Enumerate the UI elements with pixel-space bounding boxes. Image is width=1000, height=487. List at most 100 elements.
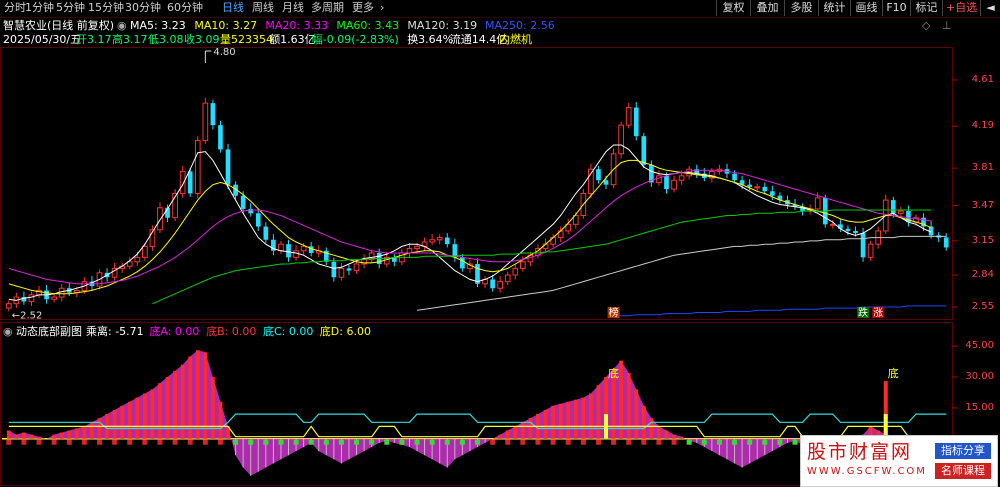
candle-body-up (867, 243, 874, 258)
indicator-dot (338, 439, 344, 445)
high-label: 4.80 (213, 47, 235, 58)
price-tick-label-2: 3.15 (971, 234, 994, 246)
indicator-dot (747, 439, 753, 445)
candle-body-down (286, 244, 291, 258)
indicator-dot (414, 439, 420, 445)
candle-body-up (814, 197, 821, 210)
candle-body-down (890, 200, 896, 214)
indicator-dot (611, 439, 617, 445)
bottom-marker: 底 (888, 366, 899, 380)
candle-body-up (58, 287, 65, 298)
indicator-tick-label-1: 30.00 (965, 371, 994, 383)
indicator-dot (112, 439, 118, 445)
candle-body-down (346, 268, 352, 271)
candle-body-down (225, 149, 231, 185)
indicator-dot (233, 439, 239, 445)
indicator-dot (520, 439, 526, 445)
sub-indicator-icon[interactable]: ◉ (3, 325, 13, 338)
indicator-dot (202, 439, 208, 445)
candle-body-up (134, 256, 141, 263)
price-tick-label-4: 3.81 (971, 162, 994, 174)
indicator-dot (671, 439, 677, 445)
candle-body-up (278, 243, 284, 252)
indicator-dot (142, 439, 148, 445)
indicator-tick-label-2: 45.00 (965, 340, 994, 352)
signal-marker: 榜 (609, 306, 619, 319)
indicator-dot (6, 439, 12, 445)
indicator-dot (762, 439, 768, 445)
candle-body-up (194, 140, 201, 194)
indicator-dot (369, 439, 375, 445)
candle-body-down (460, 257, 465, 269)
indicator-dot (444, 439, 450, 445)
bottom-marker: 底 (608, 366, 619, 380)
indicator-dot (66, 439, 72, 445)
indicator-dot (172, 439, 178, 445)
candle-body-down (444, 237, 450, 245)
candle-body-down (490, 279, 495, 289)
candle-body-up (671, 179, 677, 190)
ma-line-ma250 (613, 305, 947, 317)
watermark-logo: 股市财富网 WWW.GSCFW.COM 指标分享 名师课程 (800, 435, 998, 487)
candle-body-down (240, 195, 246, 209)
indicator-dot (641, 439, 647, 445)
candle-body-down (596, 169, 601, 181)
signal-marker: 跌 (858, 306, 868, 319)
candle-body-up (157, 207, 163, 231)
indicator-dot (777, 439, 783, 445)
low-label: ←2.52 (12, 310, 43, 321)
indicator-dot (21, 439, 27, 445)
candle-body-up (293, 250, 299, 258)
candle-body-up (618, 124, 624, 155)
indicator-dot (732, 439, 738, 445)
indicator-dot (217, 439, 223, 445)
candle-body-up (414, 245, 420, 250)
candle-body-up (520, 261, 526, 269)
candle-body-down (845, 228, 851, 231)
candle-body-up (300, 245, 307, 252)
candle-body-up (754, 186, 761, 189)
candle-body-up (429, 239, 435, 243)
indicator-dot (399, 439, 405, 445)
ma-line-ma5 (8, 144, 932, 301)
watermark-tag-course[interactable]: 名师课程 (935, 463, 991, 479)
indicator-dot (505, 439, 511, 445)
candle-body-down (218, 125, 223, 150)
indicator-dot (97, 439, 102, 445)
candle-body-up (202, 102, 209, 142)
candle-body-down (633, 107, 639, 137)
indicator-dot (248, 439, 254, 445)
candle-body-up (898, 210, 904, 214)
indicator-dot (656, 439, 662, 445)
indicator-dot (565, 439, 571, 445)
indicator-dot (308, 439, 314, 445)
indicator-dot (187, 439, 193, 445)
candle-body-up (28, 294, 35, 302)
candle-body-up (51, 296, 57, 300)
indicator-dot (127, 439, 133, 445)
candle-body-down (747, 184, 753, 187)
candle-body-down (255, 213, 261, 227)
indicator-dot (293, 439, 299, 445)
candle-body-up (625, 107, 632, 126)
indicator-dot (51, 439, 57, 445)
indicator-dot (595, 439, 601, 445)
signal-marker: 涨 (873, 307, 883, 319)
candle-body-down (263, 226, 269, 240)
indicator-dot (701, 439, 707, 445)
watermark-title: 股市财富网 (807, 441, 913, 463)
indicator-dot (36, 439, 42, 445)
sub-legend-item-3: 底C: 0.00 (263, 325, 314, 338)
candle-body-up (338, 267, 345, 278)
candle-body-down (762, 186, 768, 192)
candle-body-down (732, 173, 737, 181)
indicator-dot (626, 439, 632, 445)
watermark-tag-share[interactable]: 指标分享 (935, 443, 991, 459)
indicator-tick-label-0: 15.00 (965, 401, 994, 413)
indicator-dot (429, 439, 435, 445)
indicator-dot (580, 439, 586, 445)
candle-body-down (860, 233, 866, 258)
candle-body-down (853, 230, 858, 234)
candle-body-up (504, 274, 511, 283)
price-tick-label-0: 2.55 (971, 300, 994, 312)
